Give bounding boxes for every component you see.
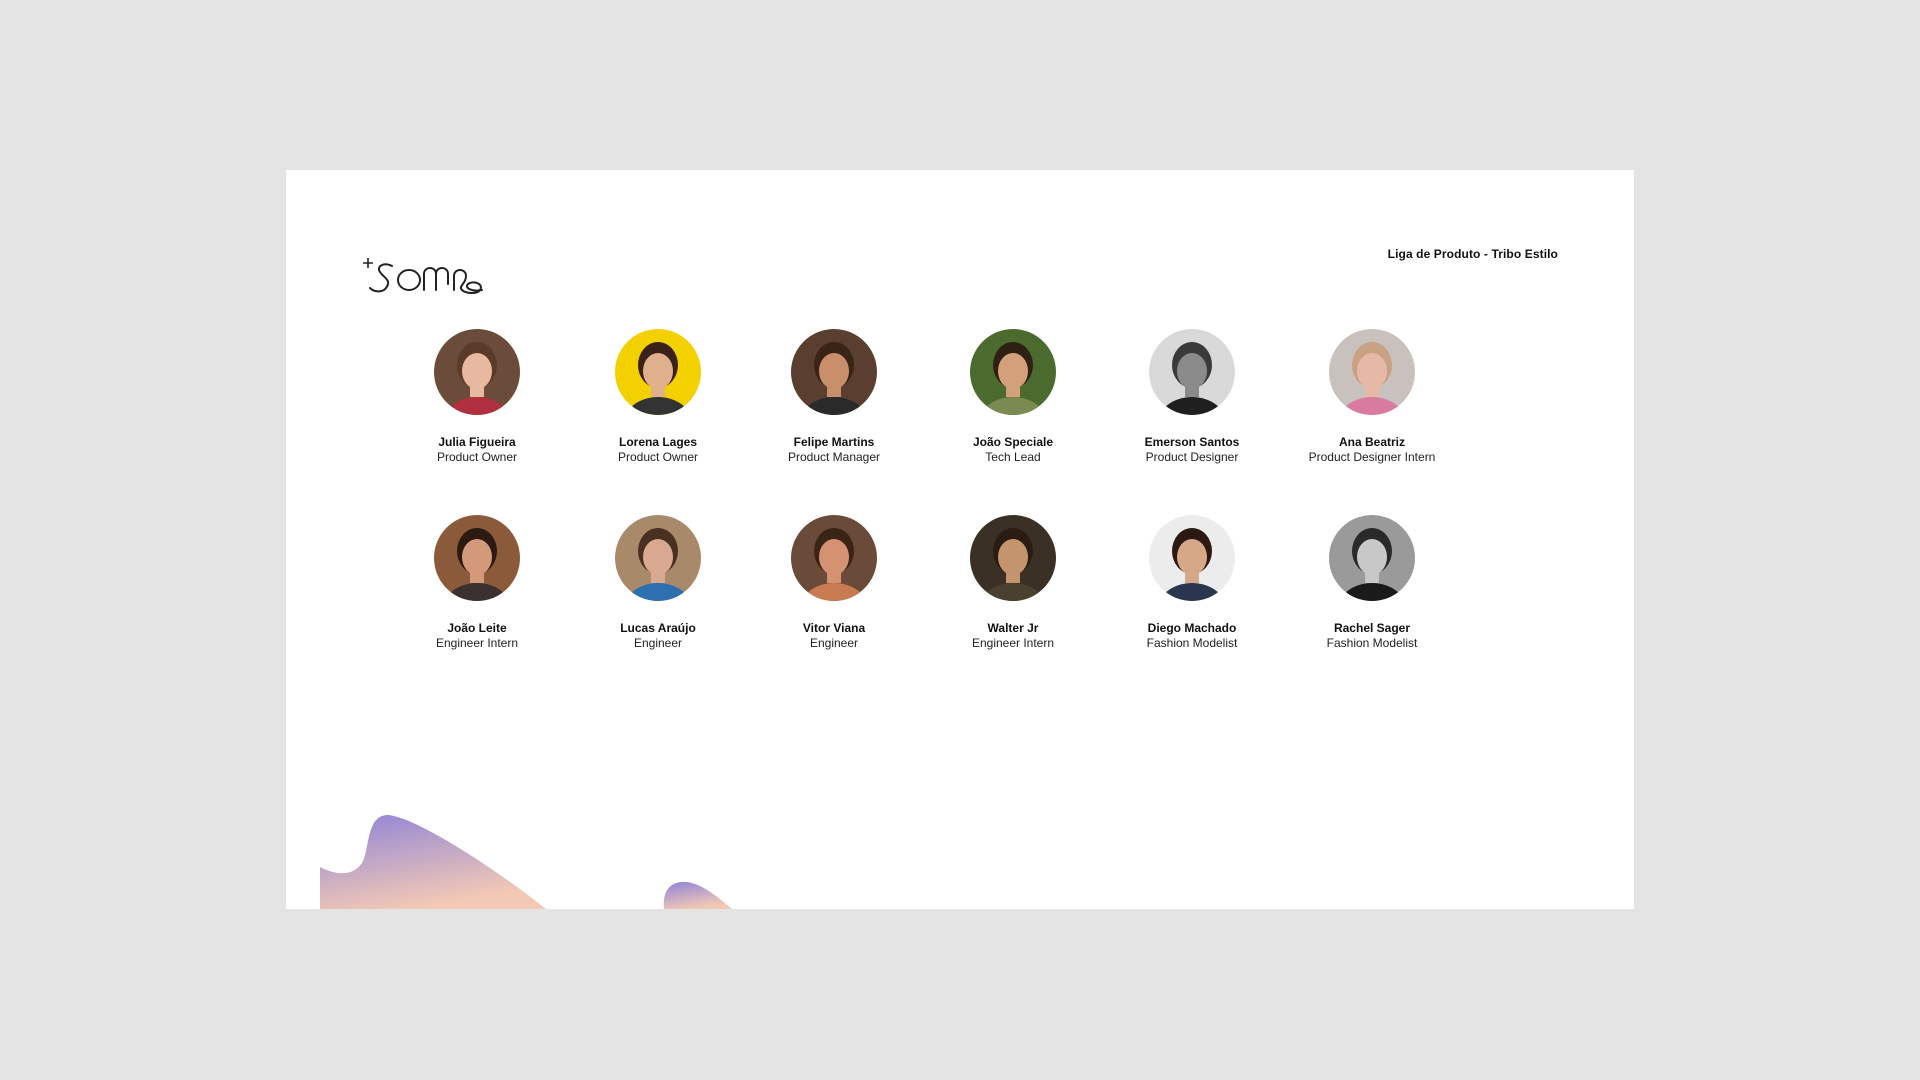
- avatar: [1329, 329, 1415, 415]
- avatar: [615, 515, 701, 601]
- member-role: Engineer Intern: [971, 636, 1055, 650]
- team-member-card: Diego Machado Fashion Modelist: [1102, 515, 1282, 651]
- decorative-gradient-blob: [320, 815, 732, 909]
- member-role: Tech Lead: [985, 450, 1041, 464]
- team-member-card: Emerson Santos Product Designer: [1102, 329, 1282, 465]
- member-name: Julia Figueira: [438, 435, 516, 449]
- member-name: Felipe Martins: [793, 435, 875, 449]
- team-member-card: Walter Jr Engineer Intern: [923, 515, 1103, 651]
- member-name: Ana Beatriz: [1338, 435, 1406, 449]
- member-role: Product Designer: [1145, 450, 1239, 464]
- member-name: Vitor Viana: [802, 621, 866, 635]
- team-member-card: João Speciale Tech Lead: [923, 329, 1103, 465]
- member-name: Emerson Santos: [1144, 435, 1240, 449]
- avatar: [970, 329, 1056, 415]
- member-role: Engineer: [633, 636, 683, 650]
- avatar: [434, 515, 520, 601]
- member-role: Engineer: [809, 636, 859, 650]
- member-name: João Leite: [447, 621, 507, 635]
- avatar: [970, 515, 1056, 601]
- member-name: Diego Machado: [1147, 621, 1237, 635]
- team-member-card: Vitor Viana Engineer: [744, 515, 924, 651]
- avatar: [791, 515, 877, 601]
- avatar: [1149, 515, 1235, 601]
- member-name: Rachel Sager: [1333, 621, 1411, 635]
- team-member-card: Felipe Martins Product Manager: [744, 329, 924, 465]
- team-member-card: Ana Beatriz Product Designer Intern: [1282, 329, 1462, 465]
- team-member-card: João Leite Engineer Intern: [387, 515, 567, 651]
- avatar: [1149, 329, 1235, 415]
- slide: Liga de Produto - Tribo Estilo Julia Fig…: [286, 170, 1634, 909]
- member-name: Lucas Araújo: [620, 621, 696, 635]
- member-name: João Speciale: [972, 435, 1054, 449]
- member-role: Fashion Modelist: [1146, 636, 1238, 650]
- team-member-card: Rachel Sager Fashion Modelist: [1282, 515, 1462, 651]
- avatar: [615, 329, 701, 415]
- member-role: Product Manager: [787, 450, 881, 464]
- member-role: Engineer Intern: [435, 636, 519, 650]
- member-role: Product Owner: [436, 450, 518, 464]
- member-name: Walter Jr: [987, 621, 1039, 635]
- member-role: Fashion Modelist: [1326, 636, 1418, 650]
- member-name: Lorena Lages: [618, 435, 698, 449]
- team-member-card: Julia Figueira Product Owner: [387, 329, 567, 465]
- team-member-card: Lorena Lages Product Owner: [568, 329, 748, 465]
- avatar: [791, 329, 877, 415]
- avatar: [434, 329, 520, 415]
- member-role: Product Designer Intern: [1308, 450, 1436, 464]
- avatar: [1329, 515, 1415, 601]
- member-role: Product Owner: [617, 450, 699, 464]
- team-member-card: Lucas Araújo Engineer: [568, 515, 748, 651]
